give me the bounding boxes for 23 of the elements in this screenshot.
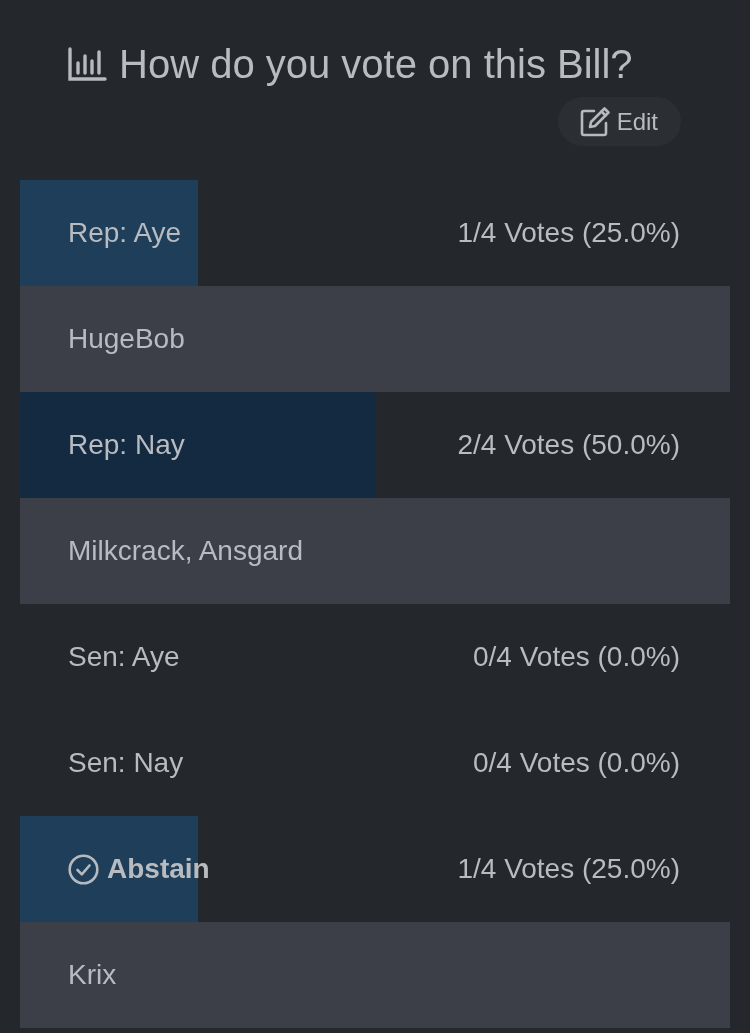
edit-button[interactable]: Edit [557, 97, 681, 146]
option-label: Abstain [107, 853, 210, 885]
check-circle-icon [68, 853, 99, 885]
vote-count: 1/4 Votes (25.0%) [457, 217, 680, 249]
poll-title: How do you vote on this Bill? [119, 41, 633, 88]
voter-names: HugeBob [20, 286, 730, 392]
vote-option[interactable]: Sen: Nay 0/4 Votes (0.0%) [20, 710, 730, 816]
option-label: Rep: Nay [68, 429, 185, 461]
vote-count: 0/4 Votes (0.0%) [473, 641, 680, 673]
vote-count: 2/4 Votes (50.0%) [457, 429, 680, 461]
vote-option[interactable]: Rep: Nay 2/4 Votes (50.0%) [20, 392, 730, 498]
vote-option[interactable]: Rep: Aye 1/4 Votes (25.0%) [20, 180, 730, 286]
vote-count: 1/4 Votes (25.0%) [457, 853, 680, 885]
option-label: Rep: Aye [68, 217, 182, 249]
option-label: Sen: Nay [68, 747, 184, 779]
voter-names: Krix [20, 922, 730, 1028]
option-label: Sen: Aye [68, 641, 180, 673]
voter-names: Milkcrack, Ansgard [20, 498, 730, 604]
edit-icon [579, 106, 611, 137]
vote-count: 0/4 Votes (0.0%) [473, 747, 680, 779]
vote-option[interactable]: Sen: Aye 0/4 Votes (0.0%) [20, 604, 730, 710]
bar-chart-icon [68, 47, 107, 81]
vote-option[interactable]: Abstain 1/4 Votes (25.0%) [20, 816, 730, 922]
